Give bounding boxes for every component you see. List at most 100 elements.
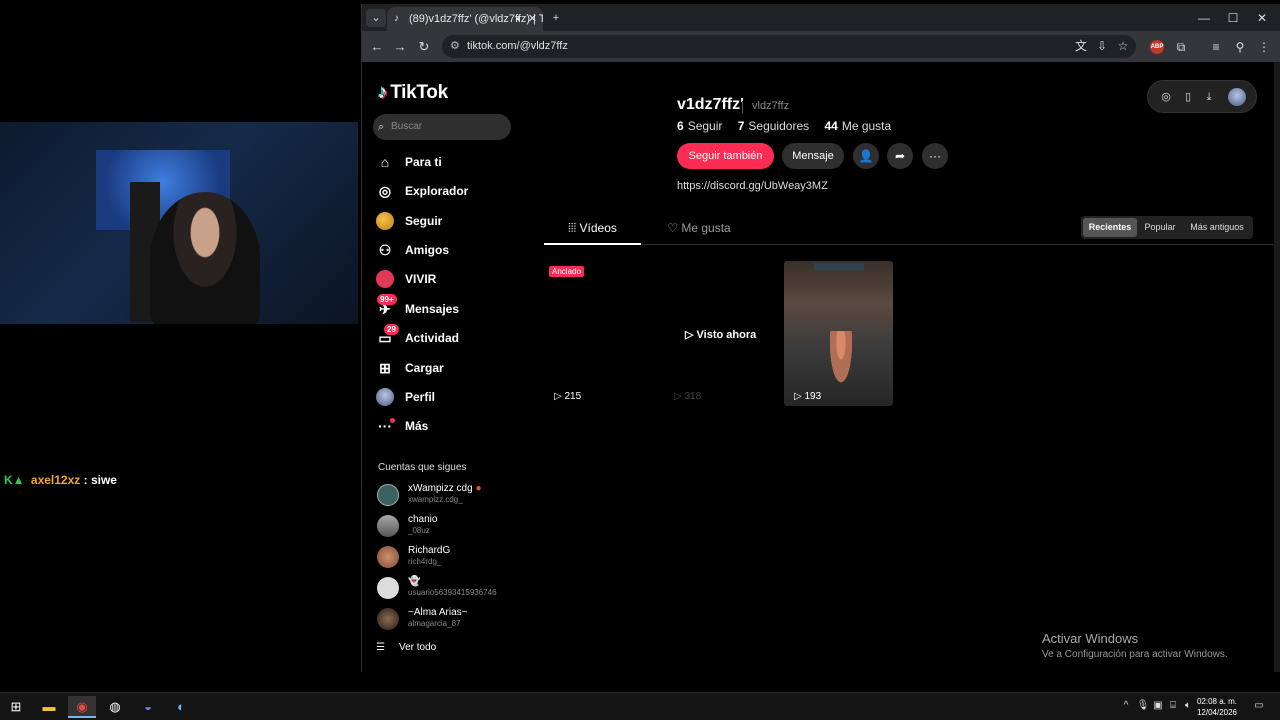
- maximize-button[interactable]: ☐: [1223, 9, 1243, 27]
- obs-icon[interactable]: ◍: [101, 696, 129, 718]
- video-card[interactable]: ▷ 215: [544, 261, 653, 406]
- profile-icon[interactable]: ⚲: [1231, 38, 1249, 56]
- new-tab-button[interactable]: +: [546, 9, 566, 27]
- tiktok-logo[interactable]: ♪ TikTok: [378, 82, 448, 104]
- notification-dot: [390, 418, 395, 423]
- close-window-button[interactable]: ✕: [1252, 9, 1272, 27]
- nav-item-explorador[interactable]: ◎ Explorador: [376, 179, 516, 203]
- forward-button[interactable]: →: [391, 38, 409, 56]
- sort-oldest-button[interactable]: Más antiguos: [1183, 218, 1251, 237]
- stream-chat-message: K▲ axel12xz : siwe: [4, 473, 117, 487]
- profile-display-name: v1dz7ffz': [677, 96, 744, 113]
- browser-window: ⌄ ♪ (89)v1dz7ffz' (@vldz7ffz) | T 🔈︎ ✕ +…: [361, 4, 1280, 672]
- followed-account-item[interactable]: ~Alma Arias~ almagarcia_87: [376, 606, 516, 634]
- followed-account-item[interactable]: RichardG rich4rdg_: [376, 544, 516, 572]
- browser-toolbar: ← → ↻ ⚙ tiktok.com/@vldz7ffz 文 ⇩ ☆ ABP ⧉…: [362, 31, 1280, 62]
- message-button[interactable]: Mensaje: [782, 143, 844, 169]
- media-control-icon[interactable]: ≡: [1207, 38, 1225, 56]
- video-card-thumbnail[interactable]: ▷ 193: [784, 261, 893, 406]
- profile-avatar-icon: .: [376, 388, 394, 406]
- discord-icon[interactable]: ◒: [134, 696, 162, 718]
- user-avatar[interactable]: .: [1228, 88, 1246, 106]
- menu-kebab-icon[interactable]: ⋮: [1255, 38, 1273, 56]
- steam-icon[interactable]: ◐: [167, 696, 195, 718]
- site-info-icon[interactable]: ⚙: [450, 35, 460, 58]
- bookmark-star-icon[interactable]: ☆: [1114, 37, 1132, 55]
- search-input[interactable]: ⌕ Buscar: [373, 114, 511, 140]
- tab-likes-label: Me gusta: [681, 221, 731, 235]
- taskbar-clock[interactable]: 02:08 a. m. 12/04/2026: [1193, 696, 1241, 718]
- nav-label: Actividad: [405, 331, 460, 345]
- nav-item-vivir[interactable]: . VIVIR: [376, 267, 516, 291]
- more-options-icon[interactable]: ···: [922, 143, 948, 169]
- clock-time: 02:08 a. m.: [1196, 697, 1238, 706]
- account-avatar: [377, 515, 399, 537]
- address-bar[interactable]: ⚙ tiktok.com/@vldz7ffz 文 ⇩ ☆: [442, 35, 1136, 58]
- tab-close-icon[interactable]: ✕: [528, 7, 537, 31]
- followed-account-item[interactable]: chanio _08uz: [376, 513, 516, 541]
- extensions-icon[interactable]: ⧉: [1172, 38, 1190, 56]
- download-icon[interactable]: ⤓: [1201, 89, 1217, 105]
- nav-item-actividad[interactable]: ▭ 29 Actividad: [376, 324, 516, 350]
- tab-search-button[interactable]: ⌄: [366, 9, 386, 27]
- messages-count-badge: 99+: [377, 294, 397, 305]
- nav-item-cargar[interactable]: ⊞ Cargar: [376, 356, 516, 380]
- nav-item-para-ti[interactable]: ⌂ Para ti: [376, 150, 516, 174]
- nav-label: Cargar: [405, 361, 444, 375]
- account-avatar: [377, 608, 399, 630]
- clock-date: 12/04/2026: [1196, 708, 1238, 717]
- sort-popular-button[interactable]: Popular: [1141, 218, 1179, 237]
- ghost-emoji-icon: 👻: [408, 576, 421, 587]
- tray-expand-icon[interactable]: ^: [1119, 699, 1133, 713]
- chrome-icon[interactable]: ◉: [68, 696, 96, 718]
- browser-tab[interactable]: ♪ (89)v1dz7ffz' (@vldz7ffz) | T 🔈︎ ✕: [387, 7, 543, 31]
- reload-button[interactable]: ↻: [415, 38, 433, 56]
- followers-label[interactable]: Seguidores: [748, 119, 809, 133]
- nav-item-seguir[interactable]: . Seguir: [376, 209, 516, 233]
- following-accounts-title: Cuentas que sigues: [378, 462, 467, 473]
- account-handle: almagarcia_87: [408, 619, 461, 628]
- tab-likes[interactable]: ♡ Me gusta: [659, 221, 739, 245]
- play-count: ▷ 318: [674, 391, 702, 402]
- nav-item-mas[interactable]: ··· Más: [376, 414, 516, 438]
- network-icon[interactable]: ⌸: [1166, 699, 1180, 713]
- tabs-divider: [544, 244, 1274, 245]
- follow-back-button[interactable]: Seguir también: [677, 143, 774, 169]
- translate-icon[interactable]: 文: [1072, 37, 1090, 55]
- windows-activation-subtitle: Ve a Configuración para activar Windows.: [1042, 649, 1228, 660]
- nav-label: Para ti: [405, 155, 442, 169]
- minimize-button[interactable]: —: [1194, 9, 1214, 27]
- file-explorer-icon[interactable]: ▬: [35, 696, 63, 718]
- following-count: 6: [677, 119, 684, 133]
- back-button[interactable]: ←: [368, 38, 386, 56]
- tab-videos-label: Vídeos: [579, 221, 617, 235]
- start-windows-icon[interactable]: ⊞: [2, 696, 30, 718]
- audio-icon[interactable]: 🔈︎: [516, 7, 523, 31]
- chat-badge-icon: K▲: [4, 473, 25, 487]
- microphone-icon[interactable]: 🎙︎: [1136, 699, 1150, 713]
- account-avatar: [377, 484, 399, 506]
- tiktok-favicon-icon: ♪: [394, 13, 399, 24]
- explore-compass-icon[interactable]: ◎: [1158, 89, 1174, 105]
- share-icon[interactable]: ➦: [887, 143, 913, 169]
- see-all-link[interactable]: ☰ Ver todo: [376, 642, 436, 653]
- tab-videos[interactable]: ⦙⦙⦙ Vídeos: [544, 221, 641, 245]
- nav-item-amigos[interactable]: ⚇ Amigos: [376, 238, 516, 262]
- notifications-icon[interactable]: ▭: [1252, 699, 1266, 713]
- sort-recent-button[interactable]: Recientes: [1083, 218, 1137, 237]
- page-scrollbar[interactable]: [1274, 62, 1280, 672]
- chat-text: siwe: [90, 473, 117, 487]
- nav-item-perfil[interactable]: . Perfil: [376, 385, 516, 409]
- followed-account-item[interactable]: 👻 usuario56393415936746: [376, 575, 516, 603]
- adblock-extension-icon[interactable]: ABP: [1150, 40, 1164, 54]
- display-icon[interactable]: ▣: [1151, 699, 1165, 713]
- followed-account-item[interactable]: xWampizz cdg ● xwampizz.cdg_: [376, 482, 516, 510]
- add-friend-icon[interactable]: 👤: [853, 143, 879, 169]
- friends-icon: ⚇: [378, 242, 392, 258]
- profile-bio-link[interactable]: https://discord.gg/UbWeay3MZ: [677, 180, 828, 192]
- nav-item-mensajes[interactable]: ✈ 99+ Mensajes: [376, 294, 516, 321]
- grid-icon: ⦙⦙⦙: [568, 221, 577, 235]
- following-label[interactable]: Seguir: [688, 119, 723, 133]
- mobile-app-icon[interactable]: ▯: [1180, 89, 1196, 105]
- install-icon[interactable]: ⇩: [1093, 37, 1111, 55]
